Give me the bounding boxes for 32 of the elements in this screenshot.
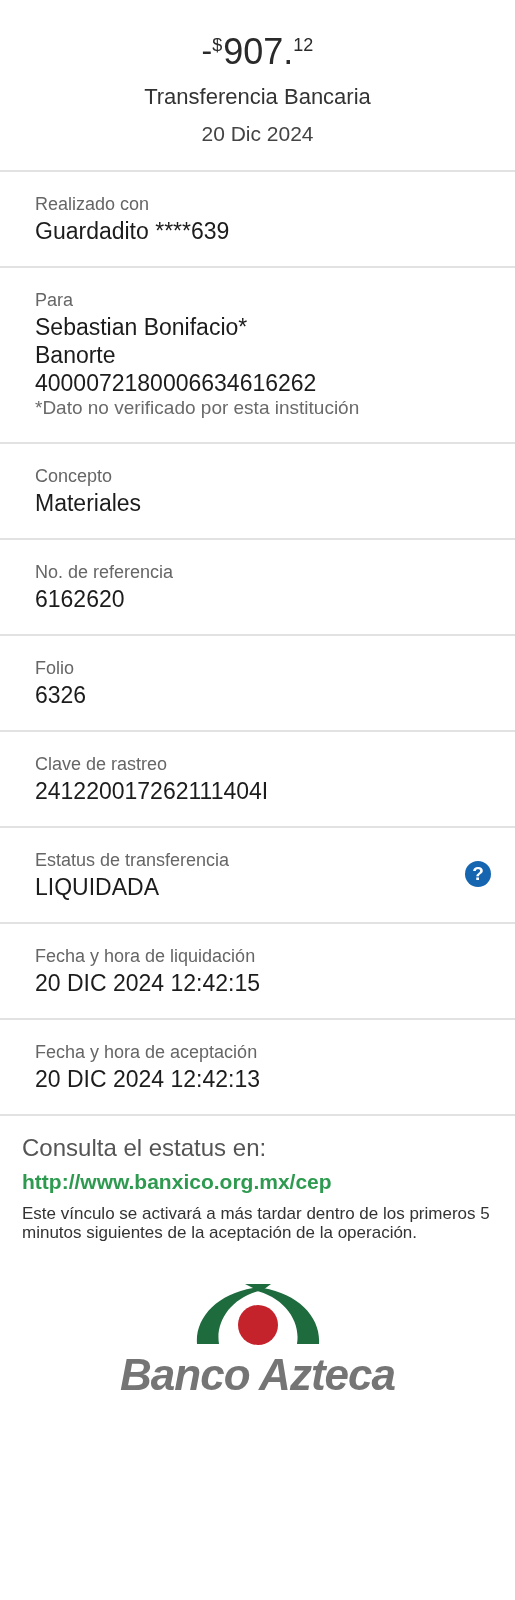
field-label: Realizado con [35, 193, 151, 216]
field-value: 6326 [35, 682, 87, 708]
status-link[interactable]: http://www.banxico.org.mx/cep [22, 1170, 332, 1194]
field-value: 6162620 [35, 586, 126, 612]
field-label: Clave de rastreo [35, 753, 169, 776]
status-heading: Consulta el estatus en: [22, 1134, 267, 1162]
field-value: LIQUIDADA [35, 874, 160, 900]
logo-wordmark: Banco Azteca [120, 1350, 395, 1400]
status-note: Este vínculo se activará a más tardar dentro de los primeros 5 minutos siguientes de la aceptación de la operación. [22, 1204, 491, 1242]
field-note: *Dato no verificado por esta institución [35, 396, 360, 420]
field-label: Concepto [35, 465, 114, 488]
field-label: Estatus de transferencia [35, 849, 230, 872]
amount-cents: 12 [293, 36, 314, 54]
field-label: Para [35, 289, 75, 312]
currency-symbol: $ [212, 36, 223, 54]
help-icon[interactable]: ? [465, 861, 491, 887]
field-value: 241220017262111404I [35, 778, 269, 804]
transfer-date: 20 Dic 2024 [201, 122, 314, 146]
field-label: Folio [35, 657, 75, 680]
amount-sign: - [201, 34, 213, 66]
field-value: 20 DIC 2024 12:42:13 [35, 1066, 261, 1092]
amount-value: 907. [223, 34, 294, 70]
field-value: 20 DIC 2024 12:42:15 [35, 970, 261, 996]
field-label: Fecha y hora de aceptación [35, 1041, 259, 1064]
field-label: Fecha y hora de liquidación [35, 945, 257, 968]
field-value: 4000072180006634616262 [35, 370, 318, 396]
field-value: Guardadito ****639 [35, 218, 230, 244]
field-value: Materiales [35, 490, 142, 516]
field-value: Banorte [35, 342, 117, 368]
transfer-title: Transferencia Bancaria [144, 84, 371, 110]
field-label: No. de referencia [35, 561, 174, 584]
field-value: Sebastian Bonifacio* [35, 314, 249, 340]
